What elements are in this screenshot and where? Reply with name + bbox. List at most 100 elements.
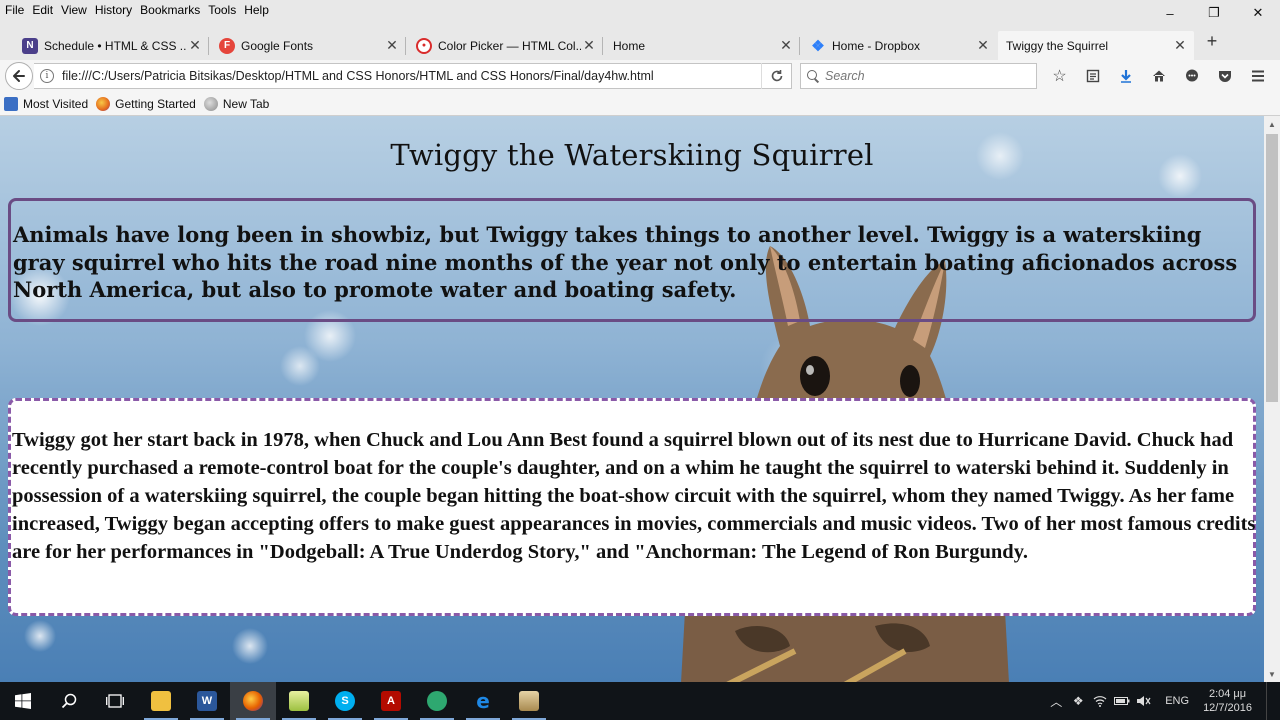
scroll-thumb[interactable] xyxy=(1266,134,1278,402)
intro-paragraph: Animals have long been in showbiz, but T… xyxy=(13,222,1238,302)
squirrel-feet-image xyxy=(681,611,1009,682)
new-tab-button[interactable]: + xyxy=(1202,31,1222,51)
pocket-icon[interactable] xyxy=(1208,64,1241,88)
dropbox-icon: ❖ xyxy=(811,37,825,55)
edge-icon: e xyxy=(476,689,490,713)
menu-file[interactable]: File xyxy=(0,0,28,20)
search-placeholder[interactable]: Search xyxy=(825,69,865,83)
tab-title: Color Picker — HTML Col... xyxy=(438,38,581,53)
task-view-button[interactable] xyxy=(92,682,138,720)
most-visited-icon xyxy=(4,96,18,111)
menu-edit[interactable]: Edit xyxy=(28,0,57,20)
bookmark-label: New Tab xyxy=(222,96,270,111)
show-desktop-button[interactable] xyxy=(1266,682,1280,720)
bookmark-label: Getting Started xyxy=(115,96,196,111)
clock-time: 2:04 μμ xyxy=(1208,688,1247,700)
tab-home[interactable]: Home ✕ xyxy=(605,31,800,60)
close-icon[interactable]: ✕ xyxy=(581,37,597,54)
tab-title: Schedule • HTML & CSS ... xyxy=(44,38,187,53)
tab-schedule[interactable]: N Schedule • HTML & CSS ... ✕ xyxy=(14,31,209,60)
clock-date: 12/7/2016 xyxy=(1203,702,1252,714)
tab-color-picker[interactable]: ● Color Picker — HTML Col... ✕ xyxy=(408,31,603,60)
chevron-up-icon[interactable]: ︿ xyxy=(1045,682,1067,720)
page-title: Twiggy the Waterskiing Squirrel xyxy=(390,138,874,172)
tab-title: Home xyxy=(613,38,646,53)
taskbar-app-acrobat[interactable]: A xyxy=(368,682,414,720)
taskbar-app-folder[interactable] xyxy=(276,682,322,720)
close-icon[interactable]: ✕ xyxy=(1172,37,1188,54)
menu-tools[interactable]: Tools xyxy=(204,0,240,20)
downloads-icon[interactable] xyxy=(1109,64,1142,88)
taskbar-app-edge[interactable]: e xyxy=(460,682,506,720)
tab-twiggy[interactable]: Twiggy the Squirrel ✕ xyxy=(998,31,1194,60)
close-icon[interactable]: ✕ xyxy=(384,37,400,54)
search-button[interactable] xyxy=(46,682,92,720)
story-paragraph: Twiggy got her start back in 1978, when … xyxy=(12,429,1256,563)
taskbar-app-firefox[interactable] xyxy=(230,682,276,720)
acrobat-icon: A xyxy=(381,691,401,711)
firefox-icon xyxy=(96,96,111,111)
back-button[interactable] xyxy=(5,62,33,90)
windows-logo-icon xyxy=(15,693,31,709)
tab-title: Google Fonts xyxy=(241,38,314,53)
volume-icon[interactable] xyxy=(1133,682,1155,720)
bookmark-new-tab[interactable]: New Tab xyxy=(203,96,270,111)
globe-icon xyxy=(427,691,447,711)
taskbar-app-file-explorer[interactable] xyxy=(138,682,184,720)
tab-divider xyxy=(602,37,603,55)
taskbar-app-skype[interactable]: S xyxy=(322,682,368,720)
globe-icon xyxy=(203,96,218,111)
menu-view[interactable]: View xyxy=(57,0,91,20)
close-icon[interactable]: ✕ xyxy=(975,37,991,54)
bookmark-star-icon[interactable]: ☆ xyxy=(1043,64,1076,88)
clock[interactable]: 2:04 μμ 12/7/2016 xyxy=(1199,687,1266,715)
navigation-bar: i file:///C:/Users/Patricia Bitsikas/Des… xyxy=(0,60,1280,92)
home-icon[interactable] xyxy=(1142,64,1175,88)
wifi-icon[interactable] xyxy=(1089,682,1111,720)
vertical-scrollbar[interactable]: ▲ ▼ xyxy=(1264,116,1280,682)
url-text[interactable]: file:///C:/Users/Patricia Bitsikas/Deskt… xyxy=(62,69,761,83)
bookmark-getting-started[interactable]: Getting Started xyxy=(96,96,196,111)
bookmark-label: Most Visited xyxy=(23,96,89,111)
tab-divider xyxy=(208,37,209,55)
reload-icon xyxy=(771,70,782,82)
taskbar-app-archive[interactable] xyxy=(506,682,552,720)
reading-list-icon[interactable] xyxy=(1076,64,1109,88)
url-bar[interactable]: i file:///C:/Users/Patricia Bitsikas/Des… xyxy=(34,63,792,89)
n-icon: N xyxy=(22,37,38,54)
bookmark-most-visited[interactable]: Most Visited xyxy=(4,96,89,111)
tab-dropbox[interactable]: ❖ Home - Dropbox ✕ xyxy=(802,31,997,60)
taskbar-app-word[interactable]: W xyxy=(184,682,230,720)
dropbox-icon[interactable]: ❖ xyxy=(1067,682,1089,720)
firefox-icon xyxy=(243,691,263,711)
taskbar-app-globe[interactable] xyxy=(414,682,460,720)
page-viewport: Twiggy the Waterskiing Squirrel Animals … xyxy=(0,116,1264,682)
info-icon[interactable]: i xyxy=(40,69,54,83)
menu-bar: File Edit View History Bookmarks Tools H… xyxy=(0,0,1280,21)
intro-section: Animals have long been in showbiz, but T… xyxy=(8,198,1256,322)
word-icon: W xyxy=(197,691,217,711)
search-bar[interactable]: Search xyxy=(800,63,1037,89)
tab-google-fonts[interactable]: F Google Fonts ✕ xyxy=(211,31,406,60)
skype-icon: S xyxy=(335,691,355,711)
close-icon[interactable]: ✕ xyxy=(187,37,203,54)
toolbar-icons: ☆ xyxy=(1043,64,1274,88)
menu-help[interactable]: Help xyxy=(240,0,273,20)
chat-icon[interactable] xyxy=(1175,64,1208,88)
menu-bookmarks[interactable]: Bookmarks xyxy=(136,0,204,20)
start-button[interactable] xyxy=(0,682,46,720)
language-indicator[interactable]: ENG xyxy=(1155,695,1199,707)
scroll-down-arrow-icon[interactable]: ▼ xyxy=(1264,666,1280,682)
close-icon[interactable]: ✕ xyxy=(778,37,794,54)
battery-icon[interactable] xyxy=(1111,682,1133,720)
archive-icon xyxy=(519,691,539,711)
menu-history[interactable]: History xyxy=(91,0,136,20)
tab-divider xyxy=(405,37,406,55)
reload-button[interactable] xyxy=(761,63,791,89)
scroll-up-arrow-icon[interactable]: ▲ xyxy=(1264,116,1280,132)
hamburger-menu-icon[interactable] xyxy=(1241,64,1274,88)
color-picker-icon: ● xyxy=(416,37,432,54)
bookmarks-toolbar: Most Visited Getting Started New Tab xyxy=(0,92,1280,116)
system-tray: ︿ ❖ ENG 2:04 μμ 12/7/2016 xyxy=(1045,682,1280,720)
google-fonts-icon: F xyxy=(219,37,235,54)
